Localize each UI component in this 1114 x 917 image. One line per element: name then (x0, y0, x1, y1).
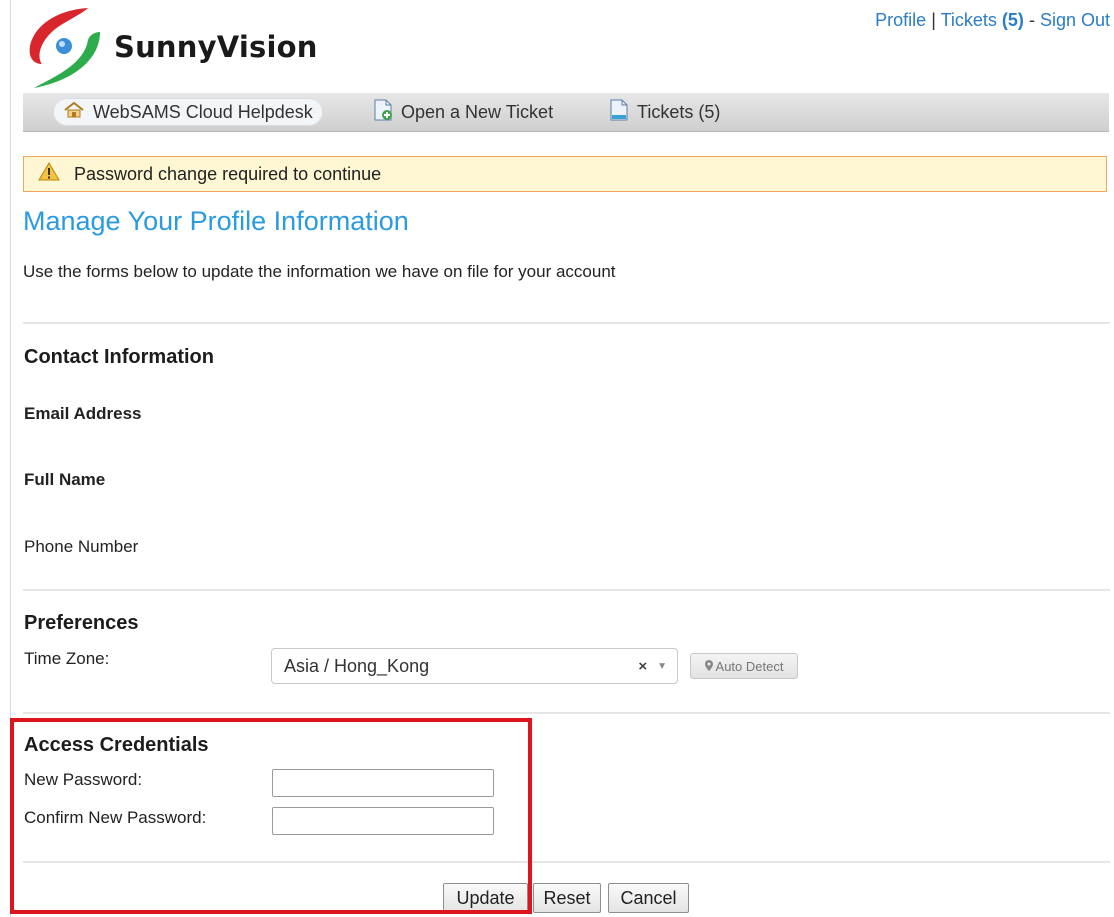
nav-item-helpdesk[interactable]: WebSAMS Cloud Helpdesk (53, 98, 323, 126)
clear-icon[interactable]: × (638, 658, 647, 675)
link-separator: | (931, 10, 936, 30)
map-marker-icon (704, 659, 713, 674)
chevron-down-icon[interactable]: ▼ (657, 661, 667, 672)
nav-label: Open a New Ticket (401, 101, 554, 122)
timezone-select[interactable]: Asia / Hong_Kong × ▼ (271, 648, 678, 684)
auto-detect-label: Auto Detect (715, 658, 784, 674)
sign-out-link[interactable]: Sign Out (1040, 10, 1110, 30)
main-nav: WebSAMS Cloud Helpdesk Open a New Ticket… (23, 93, 1109, 132)
reset-button[interactable]: Reset (533, 883, 601, 913)
logo-text: SunnyVision (114, 30, 318, 64)
nav-item-open-ticket[interactable]: Open a New Ticket (363, 98, 563, 126)
auto-detect-button[interactable]: Auto Detect (690, 653, 798, 679)
sunnyvision-logo[interactable]: SunnyVision (26, 6, 346, 90)
phone-label: Phone Number (24, 537, 139, 556)
top-links: Profile | Tickets (5) - Sign Out (875, 10, 1110, 31)
password-change-alert: Password change required to continue (23, 156, 1107, 192)
tickets-link-label: Tickets (940, 10, 997, 30)
home-icon (63, 101, 85, 124)
timezone-label: Time Zone: (24, 649, 110, 668)
tickets-count: (5) (1001, 10, 1024, 30)
alert-text: Password change required to continue (74, 163, 382, 184)
sunnyvision-swirl-icon (29, 8, 100, 88)
page-intro: Use the forms below to update the inform… (23, 262, 616, 281)
link-separator: - (1028, 10, 1035, 30)
fullname-label: Full Name (24, 470, 106, 489)
nav-label: WebSAMS Cloud Helpdesk (93, 101, 313, 122)
new-ticket-icon (373, 99, 393, 126)
tickets-icon (609, 99, 629, 126)
divider (23, 322, 1110, 324)
profile-link[interactable]: Profile (875, 10, 926, 30)
divider (23, 712, 1110, 714)
access-credentials-highlight (10, 718, 532, 914)
email-label: Email Address (24, 404, 142, 423)
warning-icon (38, 162, 60, 186)
cancel-button[interactable]: Cancel (608, 883, 689, 913)
contact-section-title: Contact Information (24, 346, 214, 368)
timezone-value: Asia / Hong_Kong (284, 655, 430, 676)
preferences-section-title: Preferences (24, 612, 139, 634)
tickets-link[interactable]: Tickets (5) (941, 10, 1024, 30)
divider (23, 589, 1110, 591)
page-title: Manage Your Profile Information (23, 206, 409, 236)
nav-label: Tickets (5) (637, 101, 721, 122)
nav-item-tickets[interactable]: Tickets (5) (599, 98, 730, 126)
